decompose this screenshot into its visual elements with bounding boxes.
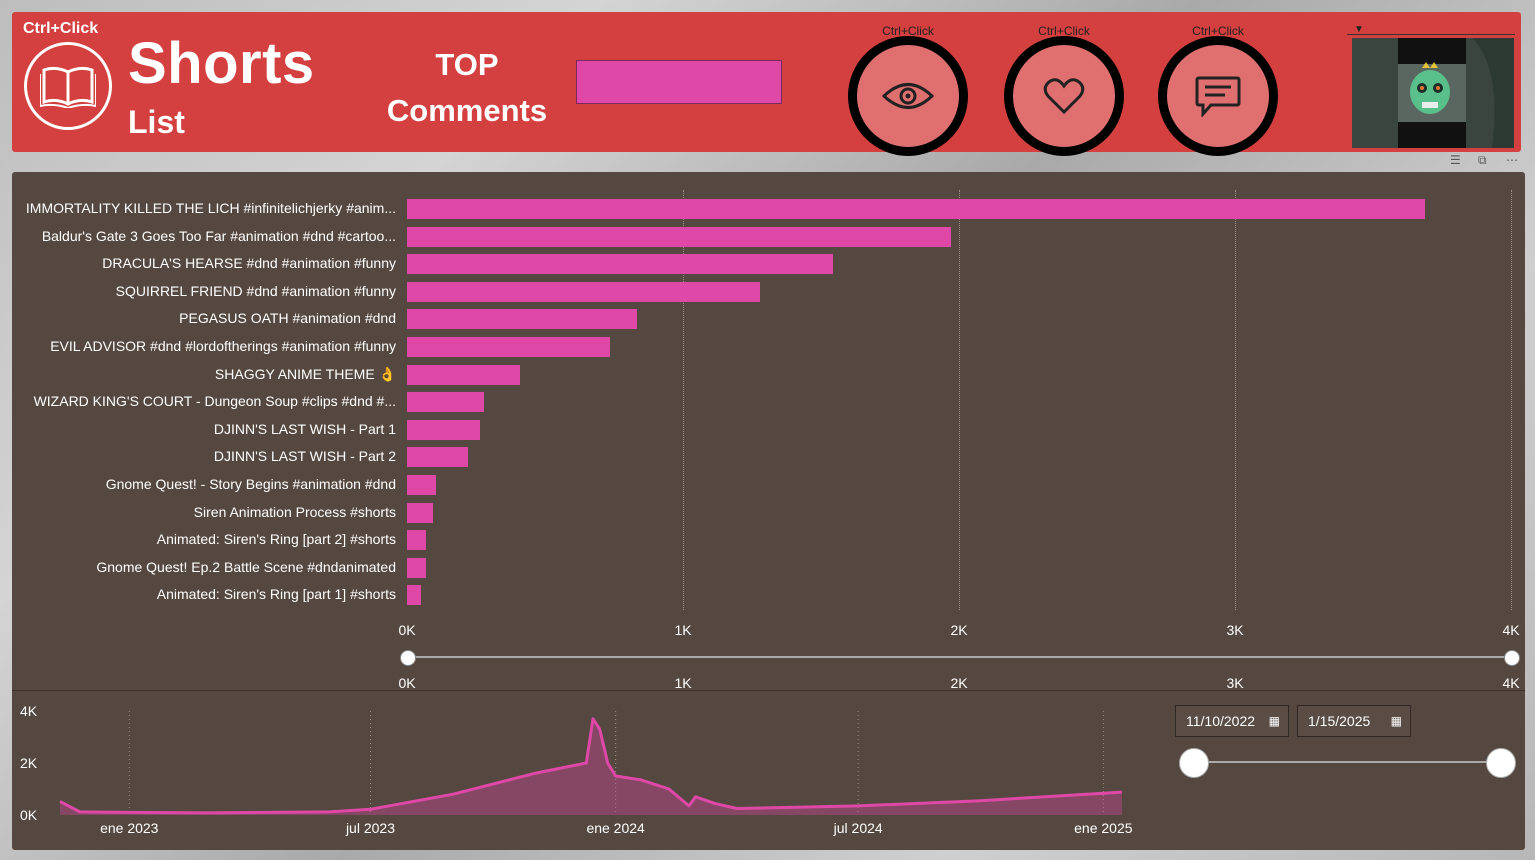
x-tick-label: 1K [674, 622, 692, 638]
eye-icon [882, 83, 934, 109]
end-date-value: 1/15/2025 [1308, 713, 1371, 729]
bar[interactable] [407, 254, 834, 275]
header-banner: Ctrl+Click Shorts List TOP Comments Ctrl… [12, 12, 1521, 156]
slider-tick-label: 0K [398, 675, 416, 691]
x-gridline [683, 190, 684, 610]
bar-category-label: WIZARD KING'S COURT - Dungeon Soup #clip… [33, 393, 396, 410]
bar-category-label: EVIL ADVISOR #dnd #lordoftherings #anima… [50, 338, 396, 354]
top-label-line2: Comments [386, 93, 548, 128]
bar-category-label: Gnome Quest! - Story Begins #animation #… [105, 476, 396, 492]
bar-category-label: Animated: Siren's Ring [part 1] #shorts [156, 586, 396, 603]
value-range-max-handle[interactable] [1504, 650, 1520, 666]
bar[interactable] [407, 447, 468, 468]
x-gridline [1511, 190, 1512, 610]
x-tick-label: ene 2025 [1074, 820, 1133, 836]
bar[interactable] [407, 281, 761, 302]
x-tick-label: ene 2024 [586, 820, 645, 836]
bar-category-label: SHAGGY ANIME THEME 👌 [214, 365, 396, 382]
top-label-line1: TOP [435, 47, 499, 82]
x-tick-label: ene 2023 [100, 820, 159, 836]
section-divider [12, 690, 1525, 691]
ctrl-click-hint: Ctrl+Click [23, 20, 99, 37]
x-tick-label: 2K [950, 622, 968, 638]
bar[interactable] [407, 419, 481, 440]
views-button-ring[interactable] [848, 36, 968, 156]
y-tick-label: 0K [20, 807, 38, 823]
area-chart: 4K 2K 0K ene 2023 jul 2023 ene 2024 jul 2024 en… [20, 703, 1133, 836]
calendar-icon[interactable]: ▦ [1269, 714, 1280, 728]
bar-category-label: Baldur's Gate 3 Goes Too Far #animation … [41, 227, 396, 244]
slider-tick-label: 4K [1502, 675, 1520, 691]
bar-category-label: SQUIRREL FRIEND #dnd #animation #funny [115, 282, 396, 299]
bar-category-label: IMMORTALITY KILLED THE LICH #infinitelic… [25, 200, 396, 216]
y-tick-label: 2K [20, 755, 38, 771]
bar[interactable] [407, 309, 638, 330]
x-tick-label: jul 2024 [833, 820, 883, 836]
book-icon[interactable] [24, 42, 112, 130]
views-nav-button[interactable]: Ctrl+Click [848, 24, 968, 156]
slider-tick-label: 3K [1226, 675, 1244, 691]
bar-category-label: DRACULA'S HEARSE #dnd #animation #funny [102, 255, 396, 272]
page-title: Shorts [128, 31, 315, 96]
bar-category-label: DJINN'S LAST WISH - Part 2 [213, 448, 396, 465]
bar[interactable] [407, 502, 434, 523]
date-range-end-handle[interactable] [1486, 748, 1516, 778]
start-date-value: 11/10/2022 [1186, 713, 1256, 729]
video-thumbnail[interactable] [1352, 38, 1514, 148]
more-options-icon[interactable]: ⋯ [1506, 153, 1518, 167]
date-range-track[interactable] [1192, 761, 1500, 763]
bar[interactable] [407, 475, 436, 495]
x-tick-label: 4K [1502, 622, 1520, 638]
bar[interactable] [407, 226, 951, 247]
calendar-icon[interactable]: ▦ [1391, 714, 1402, 728]
end-date-input[interactable]: 1/15/2025 ▦ [1297, 705, 1411, 737]
bar-category-label: Animated: Siren's Ring [part 2] #shorts [156, 531, 396, 548]
bar[interactable] [407, 392, 485, 413]
x-tick-label: 0K [398, 622, 416, 638]
x-gridline [1235, 190, 1236, 610]
bar-category-label: Gnome Quest! Ep.2 Battle Scene #dndanima… [96, 558, 396, 575]
start-date-input[interactable]: 11/10/2022 ▦ [1175, 705, 1289, 737]
focus-mode-icon[interactable]: ⧉ [1478, 153, 1487, 168]
bar[interactable] [407, 530, 427, 551]
thumbnail-divider [1347, 34, 1515, 35]
date-range-start-handle[interactable] [1179, 748, 1209, 778]
likes-button-ring[interactable] [1004, 36, 1124, 156]
bar[interactable] [407, 364, 521, 385]
y-tick-label: 4K [20, 703, 38, 719]
page-subtitle: List [128, 104, 185, 140]
likes-nav-button[interactable]: Ctrl+Click [1004, 24, 1124, 156]
bar-category-label: Siren Animation Process #shorts [193, 503, 396, 520]
x-gridline [959, 190, 960, 610]
bar[interactable] [407, 557, 427, 578]
slider-tick-label: 1K [674, 675, 692, 691]
x-tick-label: jul 2023 [345, 820, 395, 836]
selected-metric-indicator [576, 60, 782, 104]
filter-icon[interactable]: ☰ [1450, 153, 1461, 167]
value-range-min-handle[interactable] [400, 650, 416, 666]
bar[interactable] [407, 337, 610, 357]
comments-button-ring[interactable] [1158, 36, 1278, 156]
comments-nav-button[interactable]: Ctrl+Click [1158, 24, 1278, 156]
x-tick-label: 3K [1226, 622, 1244, 638]
heart-icon [1043, 78, 1085, 115]
bar-category-label: DJINN'S LAST WISH - Part 1 [213, 420, 396, 437]
bar[interactable] [407, 199, 1426, 219]
top-comments-label: TOP Comments [372, 42, 562, 134]
bar[interactable] [407, 585, 421, 606]
slider-tick-label: 2K [950, 675, 968, 691]
bar-category-label: PEGASUS OATH #animation #dnd [179, 310, 396, 327]
value-range-track[interactable] [406, 656, 1511, 658]
comment-icon [1195, 76, 1241, 117]
